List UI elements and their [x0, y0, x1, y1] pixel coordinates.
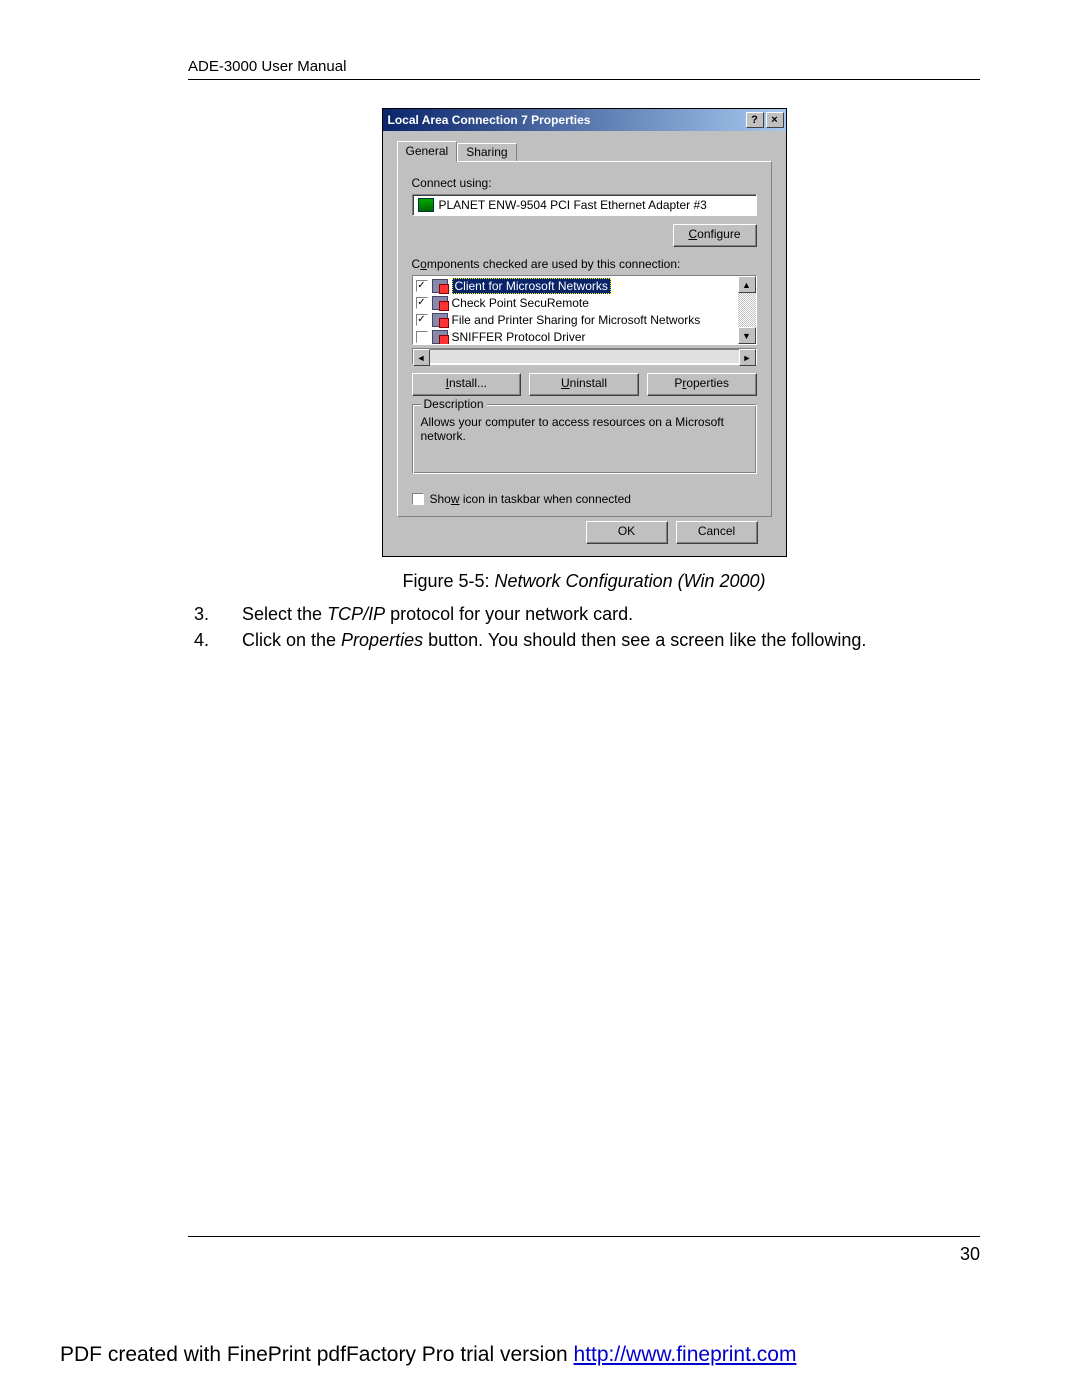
close-button[interactable]: × [766, 112, 784, 128]
list-item-label: Check Point SecuRemote [452, 296, 589, 310]
adapter-name: PLANET ENW-9504 PCI Fast Ethernet Adapte… [439, 198, 707, 212]
vertical-scrollbar[interactable]: ▲ ▼ [738, 276, 756, 344]
service-icon [432, 313, 448, 327]
install-button[interactable]: Install... [412, 373, 522, 396]
list-item[interactable]: ✓ File and Printer Sharing for Microsoft… [413, 311, 738, 328]
checkbox-icon[interactable] [416, 331, 428, 343]
checkbox-icon[interactable] [412, 493, 424, 505]
pdf-footer: PDF created with FinePrint pdfFactory Pr… [60, 1343, 796, 1367]
client-icon [432, 296, 448, 310]
protocol-icon [432, 330, 448, 344]
titlebar: Local Area Connection 7 Properties ? × [383, 109, 786, 131]
checkbox-icon[interactable]: ✓ [416, 314, 428, 326]
page-header: ADE-3000 User Manual [188, 58, 980, 80]
description-legend: Description [421, 397, 487, 411]
description-group: Description Allows your computer to acce… [412, 404, 757, 474]
pdf-link[interactable]: http://www.fineprint.com [574, 1343, 797, 1366]
help-button[interactable]: ? [746, 112, 764, 128]
list-item[interactable]: ✓ Client for Microsoft Networks [413, 277, 738, 294]
step-3: 3.Select the TCP/IP protocol for your ne… [218, 602, 980, 626]
list-item[interactable]: SNIFFER Protocol Driver [413, 328, 738, 344]
scroll-down-icon[interactable]: ▼ [738, 327, 756, 344]
show-icon-row[interactable]: Show icon in taskbar when connected [412, 492, 757, 506]
horizontal-scrollbar[interactable]: ◄ ► [412, 348, 757, 365]
scroll-left-icon[interactable]: ◄ [413, 349, 430, 366]
checkbox-icon[interactable]: ✓ [416, 297, 428, 309]
list-item-label: File and Printer Sharing for Microsoft N… [452, 313, 701, 327]
tab-sharing[interactable]: Sharing [457, 143, 516, 162]
tab-strip: General Sharing [397, 141, 772, 162]
adapter-field: PLANET ENW-9504 PCI Fast Ethernet Adapte… [412, 194, 757, 216]
uninstall-button[interactable]: Uninstall [529, 373, 639, 396]
scroll-right-icon[interactable]: ► [739, 349, 756, 366]
properties-dialog: Local Area Connection 7 Properties ? × G… [382, 108, 787, 557]
ok-button[interactable]: OK [586, 521, 668, 544]
properties-button[interactable]: Properties [647, 373, 757, 396]
description-text: Allows your computer to access resources… [421, 415, 724, 443]
page-number: 30 [960, 1244, 980, 1265]
tab-general[interactable]: General [397, 141, 458, 162]
list-item[interactable]: ✓ Check Point SecuRemote [413, 294, 738, 311]
footer-rule [188, 1236, 980, 1237]
components-label: Components checked are used by this conn… [412, 257, 757, 271]
checkbox-icon[interactable]: ✓ [416, 280, 428, 292]
cancel-button[interactable]: Cancel [676, 521, 758, 544]
step-4: 4.Click on the Properties button. You sh… [218, 628, 980, 652]
scroll-up-icon[interactable]: ▲ [738, 276, 756, 293]
list-item-label: Client for Microsoft Networks [452, 278, 611, 294]
figure-caption: Figure 5-5: Network Configuration (Win 2… [188, 571, 980, 592]
show-icon-label: Show icon in taskbar when connected [430, 492, 631, 506]
connect-using-label: Connect using: [412, 176, 757, 190]
nic-icon [418, 198, 434, 212]
dialog-title: Local Area Connection 7 Properties [388, 113, 746, 127]
configure-button[interactable]: Configure [673, 224, 757, 247]
client-icon [432, 279, 448, 293]
components-listbox[interactable]: ✓ Client for Microsoft Networks ✓ Check … [412, 275, 757, 345]
tab-panel-general: Connect using: PLANET ENW-9504 PCI Fast … [397, 161, 772, 517]
list-item-label: SNIFFER Protocol Driver [452, 330, 586, 344]
